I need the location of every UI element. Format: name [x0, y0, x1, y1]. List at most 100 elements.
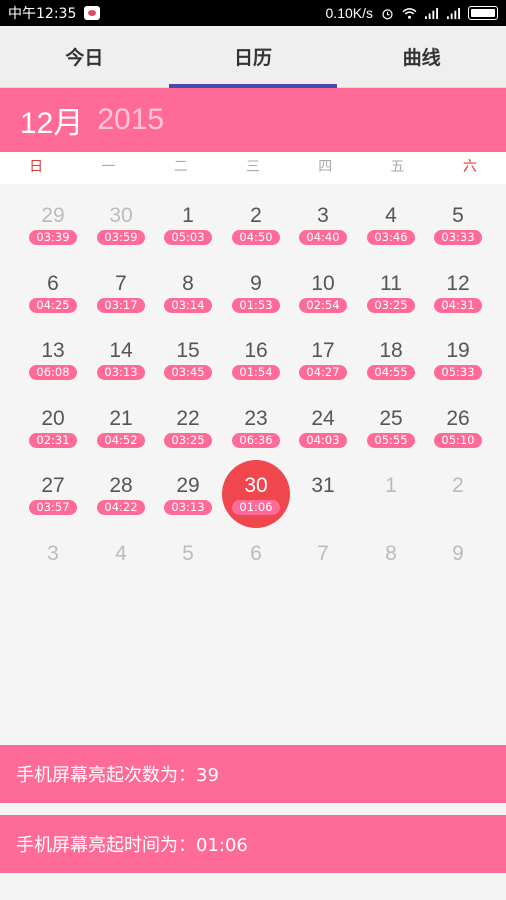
- calendar-day-selected[interactable]: 30 01:06: [222, 454, 290, 528]
- day-number: 6: [250, 541, 262, 565]
- calendar-day[interactable]: 20 02:31: [19, 387, 87, 453]
- day-number: 7: [317, 541, 329, 565]
- calendar-day[interactable]: 26 05:10: [424, 387, 492, 453]
- calendar-day[interactable]: 4: [87, 522, 155, 588]
- screen-on-count: 手机屏幕亮起次数为：39: [0, 745, 506, 803]
- calendar-day[interactable]: 13 06:08: [19, 319, 87, 385]
- calendar-day[interactable]: 3 04:40: [289, 184, 357, 250]
- signal-icon-2: [447, 7, 460, 19]
- screen-time-badge: 05:10: [434, 432, 482, 448]
- calendar-day[interactable]: 11 03:25: [357, 252, 425, 318]
- weekday-mon: 一: [101, 159, 116, 175]
- day-number: 3: [47, 541, 59, 565]
- day-number: 4: [115, 541, 127, 565]
- tab-calendar[interactable]: 日历: [168, 26, 338, 88]
- screen-time-badge: 06:36: [232, 432, 280, 448]
- day-number: 5: [182, 541, 194, 565]
- calendar-day[interactable]: 7 03:17: [87, 252, 155, 318]
- month-header: 12月 2015: [0, 88, 506, 152]
- calendar-day[interactable]: 8 03:14: [154, 252, 222, 318]
- day-number: 6: [47, 271, 59, 295]
- calendar-day[interactable]: 30 03:59: [87, 184, 155, 250]
- calendar-day[interactable]: 16 01:54: [222, 319, 290, 385]
- calendar-day[interactable]: 12 04:31: [424, 252, 492, 318]
- screen-time-badge: 01:06: [232, 500, 280, 515]
- calendar-day[interactable]: 19 05:33: [424, 319, 492, 385]
- screen-time-badge: 04:22: [97, 500, 145, 515]
- weekday-fri: 五: [390, 159, 405, 175]
- calendar-day[interactable]: 27 03:57: [19, 454, 87, 520]
- day-number: 25: [379, 406, 403, 430]
- calendar-day[interactable]: 9: [424, 522, 492, 588]
- screen-time-badge: 04:03: [299, 432, 347, 448]
- weekday-thu: 四: [318, 159, 333, 175]
- screen-time-badge: 04:25: [29, 297, 77, 313]
- calendar-day[interactable]: 22 03:25: [154, 387, 222, 453]
- day-number: 28: [109, 474, 133, 497]
- screen-time-badge: 03:13: [164, 500, 212, 515]
- calendar-day[interactable]: 9 01:53: [222, 252, 290, 318]
- calendar-day[interactable]: 29 03:39: [19, 184, 87, 250]
- day-number: 27: [41, 474, 65, 497]
- screen-time-badge: 04:52: [97, 432, 145, 448]
- calendar-day[interactable]: 24 04:03: [289, 387, 357, 453]
- calendar-day[interactable]: 21 04:52: [87, 387, 155, 453]
- calendar-day[interactable]: 23 06:36: [222, 387, 290, 453]
- calendar-day[interactable]: 1: [357, 454, 425, 520]
- calendar-day[interactable]: 1 05:03: [154, 184, 222, 250]
- day-number: 20: [41, 406, 65, 430]
- screen-time-badge: 01:54: [232, 365, 280, 380]
- calendar-day[interactable]: 6: [222, 522, 290, 588]
- alarm-icon: [382, 8, 393, 19]
- year-label: 2015: [97, 103, 165, 136]
- status-right: 0.10K/s: [326, 5, 498, 21]
- screen-time-badge: 03:13: [97, 365, 145, 380]
- tab-curve[interactable]: 曲线: [337, 26, 506, 87]
- day-number: 16: [244, 339, 268, 362]
- calendar-day[interactable]: 2: [424, 454, 492, 520]
- day-number: 11: [380, 271, 402, 295]
- day-number: 7: [115, 271, 127, 295]
- calendar-day[interactable]: 3: [19, 522, 87, 588]
- day-number: 3: [317, 204, 329, 227]
- screen-time-badge: 03:25: [367, 297, 415, 313]
- day-number: 12: [446, 271, 470, 295]
- day-number: 5: [452, 204, 464, 227]
- calendar-day[interactable]: 4 03:46: [357, 184, 425, 250]
- screen-time-badge: 06:08: [29, 365, 77, 380]
- tab-today[interactable]: 今日: [0, 26, 169, 87]
- calendar-day[interactable]: 10 02:54: [289, 252, 357, 318]
- calendar-day[interactable]: 5: [154, 522, 222, 588]
- screen-time-badge: 05:33: [434, 365, 482, 380]
- day-number: 1: [385, 474, 397, 497]
- day-number: 18: [379, 339, 403, 362]
- calendar-day[interactable]: 8: [357, 522, 425, 588]
- calendar-day[interactable]: 31: [289, 454, 357, 520]
- calendar-day[interactable]: 28 04:22: [87, 454, 155, 520]
- calendar-day[interactable]: 29 03:13: [154, 454, 222, 520]
- day-number: 29: [41, 204, 65, 227]
- calendar-grid: 29 03:39 30 03:59 1 05:03 2 04:50 3 04:40 4 03:46 5 0…: [0, 184, 506, 744]
- day-number: 17: [311, 339, 335, 362]
- calendar-day[interactable]: 17 04:27: [289, 319, 357, 385]
- weekday-tue: 二: [173, 159, 188, 175]
- calendar-day[interactable]: 7: [289, 522, 357, 588]
- calendar-day[interactable]: 14 03:13: [87, 319, 155, 385]
- day-number: 30: [244, 474, 268, 497]
- status-time: 中午12:35: [8, 6, 77, 22]
- calendar-day[interactable]: 5 03:33: [424, 184, 492, 250]
- screen-time-badge: 03:57: [29, 500, 77, 515]
- calendar-day[interactable]: 15 03:45: [154, 319, 222, 385]
- day-number: 26: [446, 406, 470, 430]
- day-number: 4: [385, 204, 397, 227]
- weekday-sat: 六: [462, 159, 477, 175]
- calendar-day[interactable]: 6 04:25: [19, 252, 87, 318]
- signal-icon: [425, 7, 438, 19]
- screen-time-badge: 03:25: [164, 432, 212, 448]
- calendar-day[interactable]: 18 04:55: [357, 319, 425, 385]
- calendar-day[interactable]: 2 04:50: [222, 184, 290, 250]
- tab-bar: 今日 日历 曲线: [0, 26, 506, 88]
- day-number: 19: [446, 339, 470, 362]
- calendar-day[interactable]: 25 05:55: [357, 387, 425, 453]
- day-number: 21: [109, 406, 133, 430]
